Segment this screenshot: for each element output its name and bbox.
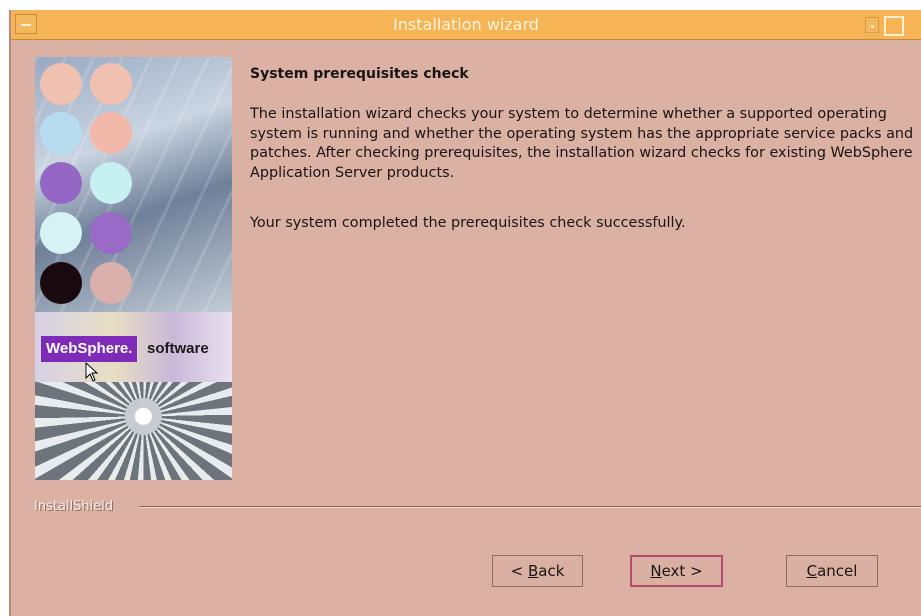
back-button-prefix: < <box>510 562 528 580</box>
decor-dot <box>40 262 82 304</box>
window-title: Installation wizard <box>393 15 539 34</box>
cancel-button-label: ancel <box>817 562 858 580</box>
installshield-label: InstallShield <box>34 499 114 514</box>
software-label: software <box>147 340 209 357</box>
maximize-button[interactable] <box>884 16 904 36</box>
back-button[interactable]: < Back <box>492 555 583 587</box>
light-burst-photo <box>35 382 232 480</box>
page-title: System prerequisites check <box>250 66 469 82</box>
brand-band: WebSphere. software <box>35 312 232 382</box>
cancel-button[interactable]: Cancel <box>786 555 878 587</box>
status-text: Your system completed the prerequisites … <box>250 215 686 231</box>
minimize-icon <box>871 25 874 28</box>
decor-dot <box>90 63 132 105</box>
decor-dot <box>40 112 82 154</box>
title-bar[interactable]: Installation wizard <box>11 10 921 40</box>
back-button-label: ack <box>538 562 565 580</box>
installation-wizard-window: Installation wizard WebSphere. software … <box>9 10 921 616</box>
back-button-mnemonic: B <box>527 562 539 580</box>
footer-divider <box>139 506 921 508</box>
decor-dot <box>40 162 82 204</box>
desktop-edge <box>0 0 9 616</box>
next-button-mnemonic: N <box>650 562 662 580</box>
decor-dot <box>90 112 132 154</box>
websphere-side-banner: WebSphere. software <box>35 57 232 480</box>
cancel-button-mnemonic: C <box>806 562 818 580</box>
decor-dot <box>40 212 82 254</box>
decor-dot <box>40 63 82 105</box>
websphere-logo: WebSphere. <box>41 336 138 362</box>
minimize-button[interactable] <box>865 17 879 33</box>
decor-dot <box>90 212 132 254</box>
decor-dot <box>90 262 132 304</box>
next-button-label: ext > <box>661 562 703 580</box>
mouse-pointer-icon <box>85 362 99 382</box>
description-text: The installation wizard checks your syst… <box>250 106 914 181</box>
decor-dot <box>90 162 132 204</box>
next-button[interactable]: Next > <box>630 555 723 587</box>
